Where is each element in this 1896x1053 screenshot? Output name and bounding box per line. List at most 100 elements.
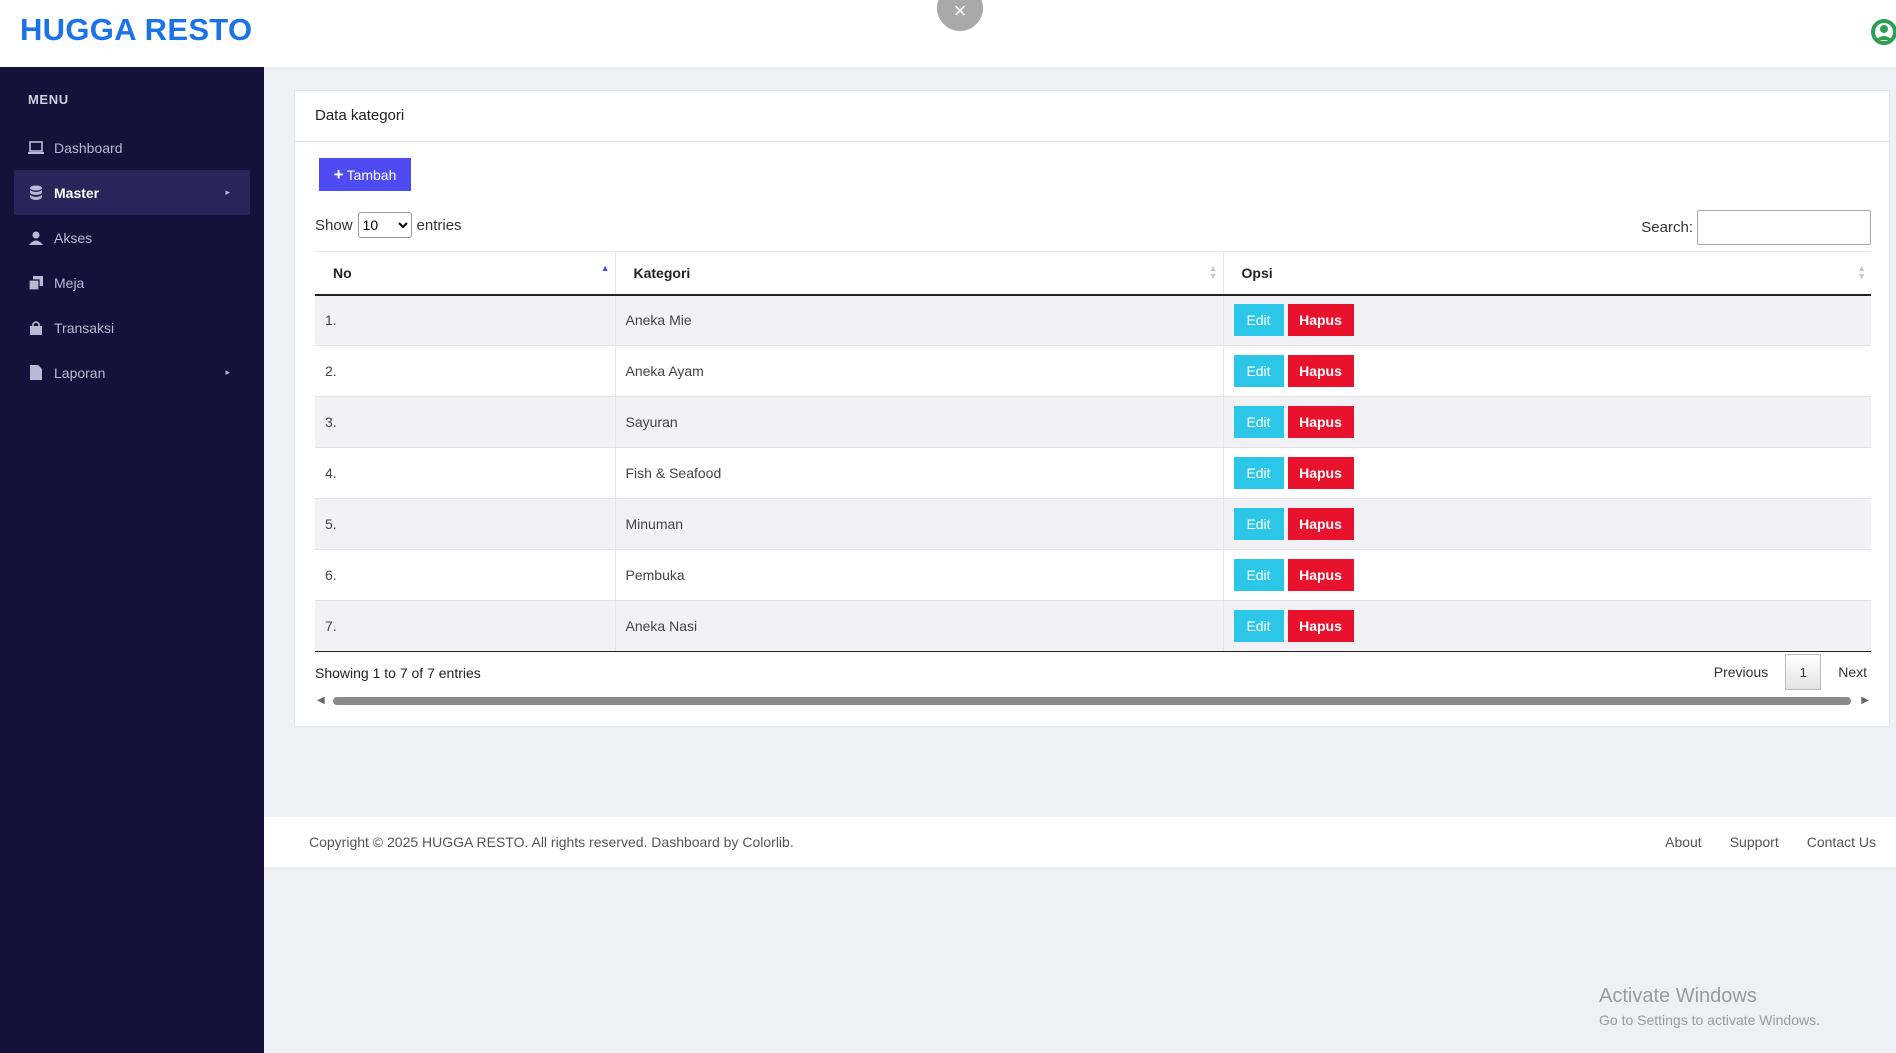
delete-button[interactable]: Hapus	[1287, 355, 1354, 387]
cell-kategori: Aneka Ayam	[614, 345, 1223, 397]
table-header-row: No ▲ Kategori ▲ ▼ Opsi ▲ ▼	[315, 251, 1871, 296]
search-label: Search:	[1641, 219, 1693, 236]
cell-opsi: Edit Hapus	[1222, 345, 1871, 397]
category-card: Data kategori + Tambah Show 10 entries S…	[294, 90, 1890, 727]
cell-kategori: Sayuran	[614, 396, 1223, 448]
cell-opsi: Edit Hapus	[1222, 498, 1871, 550]
page-length-select[interactable]: 10	[357, 212, 412, 238]
delete-button[interactable]: Hapus	[1287, 304, 1354, 337]
close-icon[interactable]: ×	[937, 0, 983, 31]
footer-copyright: Copyright © 2025 HUGGA RESTO. All rights…	[309, 834, 794, 850]
footer-links: About Support Contact Us	[1665, 834, 1876, 850]
show-label: Show	[315, 216, 353, 234]
cell-no: 1.	[315, 294, 615, 346]
scroll-right-icon[interactable]: ▶	[1861, 695, 1869, 706]
cell-opsi: Edit Hapus	[1222, 549, 1871, 601]
edit-button[interactable]: Edit	[1233, 559, 1284, 591]
footer-link-about[interactable]: About	[1665, 834, 1702, 850]
delete-button[interactable]: Hapus	[1287, 559, 1354, 591]
card-title: Data kategori	[295, 91, 1889, 142]
top-bar: HUGGA RESTO ×	[0, 0, 1896, 67]
add-button-label: Tambah	[346, 166, 397, 183]
cell-kategori: Minuman	[614, 498, 1223, 550]
sidebar-item-akses[interactable]: Akses	[14, 215, 250, 260]
cell-kategori: Fish & Seafood	[614, 447, 1223, 499]
edit-button[interactable]: Edit	[1233, 508, 1284, 540]
sidebar-item-label: Transaksi	[54, 319, 115, 336]
search-control: Search:	[1641, 210, 1871, 245]
edit-button[interactable]: Edit	[1233, 304, 1284, 337]
table-row: 4. Fish & Seafood Edit Hapus	[315, 447, 1871, 499]
sidebar-item-meja[interactable]: Meja	[14, 260, 250, 305]
cell-no: 5.	[315, 498, 615, 550]
column-header-kategori[interactable]: Kategori ▲ ▼	[614, 251, 1223, 296]
table-row: 7. Aneka Nasi Edit Hapus	[315, 600, 1871, 652]
bag-icon	[28, 320, 44, 336]
edit-button[interactable]: Edit	[1233, 406, 1284, 438]
scrollbar-thumb[interactable]	[333, 697, 1851, 705]
sidebar-menu-title: MENU	[28, 92, 69, 107]
edit-button[interactable]: Edit	[1233, 355, 1284, 387]
page-length-control: Show 10 entries	[315, 212, 462, 238]
database-icon	[28, 185, 44, 201]
cell-kategori: Pembuka	[614, 549, 1223, 601]
sidebar-item-label: Akses	[54, 229, 93, 246]
cell-no: 7.	[315, 600, 615, 652]
footer: Copyright © 2025 HUGGA RESTO. All rights…	[264, 817, 1896, 867]
table-row: 5. Minuman Edit Hapus	[315, 498, 1871, 550]
cell-opsi: Edit Hapus	[1222, 447, 1871, 499]
table-row: 3. Sayuran Edit Hapus	[315, 396, 1871, 448]
cell-no: 2.	[315, 345, 615, 397]
sort-icon: ▲ ▼	[1208, 263, 1218, 281]
edit-button[interactable]: Edit	[1233, 457, 1284, 489]
cell-no: 4.	[315, 447, 615, 499]
cell-opsi: Edit Hapus	[1222, 396, 1871, 448]
sidebar-item-laporan[interactable]: Laporan ▸	[14, 350, 250, 395]
cell-no: 6.	[315, 549, 615, 601]
category-table: No ▲ Kategori ▲ ▼ Opsi ▲ ▼ 1. Aneka Mie Ed…	[315, 251, 1871, 652]
horizontal-scrollbar[interactable]: ◀ ▶	[315, 694, 1871, 708]
sort-icon: ▲	[600, 263, 610, 273]
column-header-opsi[interactable]: Opsi ▲ ▼	[1222, 251, 1871, 296]
sidebar-item-transaksi[interactable]: Transaksi	[14, 305, 250, 350]
sidebar-item-dashboard[interactable]: Dashboard	[14, 125, 250, 170]
previous-page-button[interactable]: Previous	[1714, 664, 1768, 680]
file-icon	[28, 365, 44, 381]
sidebar-item-label: Laporan	[54, 364, 106, 381]
search-input[interactable]	[1697, 210, 1871, 245]
edit-button[interactable]: Edit	[1233, 610, 1284, 642]
delete-button[interactable]: Hapus	[1287, 610, 1354, 642]
entries-label: entries	[416, 216, 462, 234]
page-button-current[interactable]: 1	[1785, 654, 1822, 690]
footer-link-support[interactable]: Support	[1730, 834, 1779, 850]
stack-icon	[28, 275, 44, 291]
sidebar-item-master[interactable]: Master ▸	[14, 170, 250, 215]
chevron-right-icon: ▸	[225, 367, 230, 377]
user-avatar-icon[interactable]	[1866, 18, 1896, 46]
chevron-right-icon: ▸	[225, 187, 230, 197]
cell-opsi: Edit Hapus	[1222, 600, 1871, 652]
next-page-button[interactable]: Next	[1838, 664, 1867, 680]
cell-kategori: Aneka Nasi	[614, 600, 1223, 652]
cell-no: 3.	[315, 396, 615, 448]
laptop-icon	[28, 140, 44, 156]
scroll-left-icon[interactable]: ◀	[317, 695, 325, 706]
table-row: 1. Aneka Mie Edit Hapus	[315, 294, 1871, 346]
sort-icon: ▲ ▼	[1857, 263, 1866, 281]
delete-button[interactable]: Hapus	[1287, 406, 1354, 438]
cell-opsi: Edit Hapus	[1222, 294, 1871, 346]
sidebar-item-label: Master	[54, 184, 100, 201]
column-header-no[interactable]: No ▲	[315, 251, 615, 296]
sidebar: MENU Dashboard Master ▸ Akses Meja Trans…	[0, 67, 264, 1053]
add-category-button[interactable]: + Tambah	[319, 158, 411, 191]
delete-button[interactable]: Hapus	[1287, 457, 1354, 489]
footer-link-contact[interactable]: Contact Us	[1807, 834, 1876, 850]
plus-icon: +	[333, 164, 344, 184]
activate-windows-watermark: Activate Windows Go to Settings to activ…	[1599, 985, 1820, 1028]
brand-logo[interactable]: HUGGA RESTO	[20, 12, 252, 48]
watermark-title: Activate Windows	[1599, 985, 1757, 1007]
delete-button[interactable]: Hapus	[1287, 508, 1354, 540]
user-icon	[28, 230, 44, 246]
table-info: Showing 1 to 7 of 7 entries	[315, 665, 481, 681]
table-row: 6. Pembuka Edit Hapus	[315, 549, 1871, 601]
